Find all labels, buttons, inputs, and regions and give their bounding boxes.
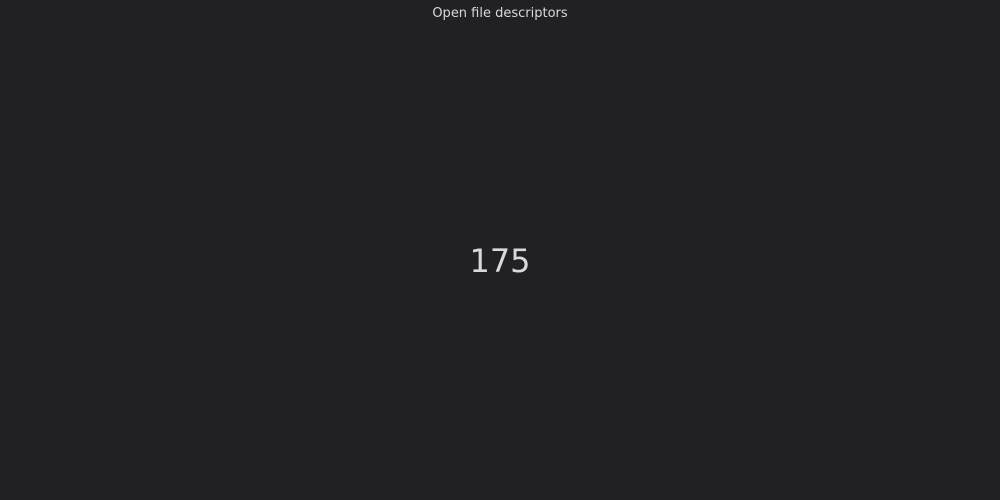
stat-panel: Open file descriptors 175 bbox=[0, 0, 1000, 500]
panel-title[interactable]: Open file descriptors bbox=[0, 5, 1000, 22]
stat-value: 175 bbox=[469, 242, 531, 280]
